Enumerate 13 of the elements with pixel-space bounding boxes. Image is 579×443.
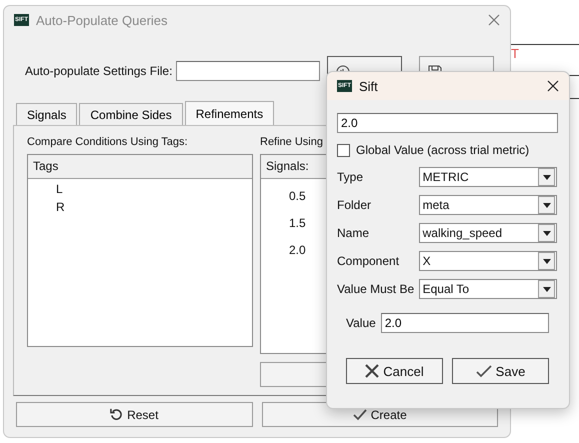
column-header: Tags [28,155,252,179]
settings-file-label: Auto-populate Settings File: [25,64,172,78]
panel-label: Compare Conditions Using Tags: [27,136,188,148]
field-label: Name [337,226,370,240]
value-label: Value [346,316,376,330]
field-label: Folder [337,198,372,212]
window-title: Sift [359,78,379,94]
panel-label: Refine Using [260,136,323,148]
field-label: Value Must Be [337,282,416,296]
window-title: Auto-Populate Queries [36,12,169,28]
background-text: T [511,46,519,61]
checkbox-label: Global Value (across trial metric) [356,143,530,157]
field-label: Component [337,254,400,268]
